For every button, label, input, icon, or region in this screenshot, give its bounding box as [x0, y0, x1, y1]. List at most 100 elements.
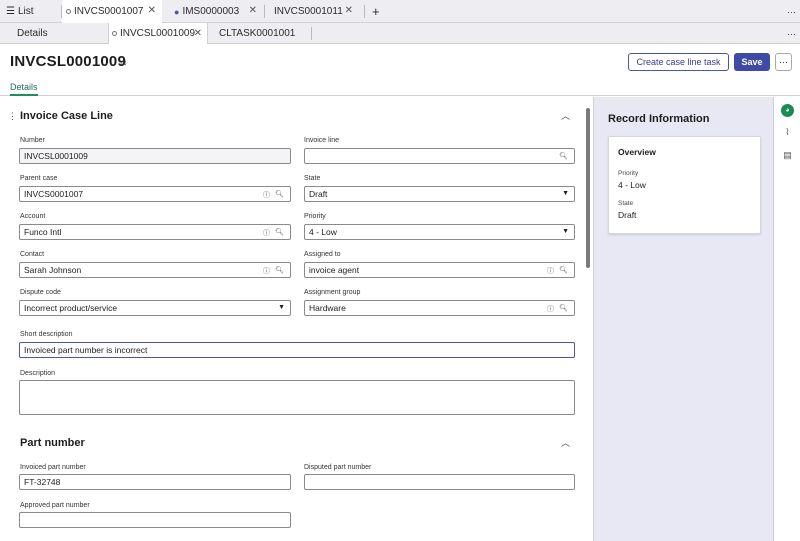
- tab-invcs0001007[interactable]: INVCS0001007 ✕: [62, 0, 162, 23]
- state-select[interactable]: Draft ▼: [304, 186, 575, 202]
- chevron-down-icon: ▼: [278, 304, 285, 311]
- section-title: Invoice Case Line: [20, 110, 113, 122]
- chevron-up-icon[interactable]: ︿: [561, 109, 570, 122]
- description-label: Description: [20, 370, 56, 377]
- account-label: Account: [20, 213, 46, 220]
- short-description-input[interactable]: Invoiced part number is incorrect: [19, 342, 575, 358]
- record-icon: [112, 31, 117, 36]
- dispute-code-label: Dispute code: [20, 289, 61, 296]
- number-field[interactable]: INVCSL0001009: [19, 148, 291, 164]
- tab-label: List: [17, 6, 34, 17]
- invoiced-part-value: FT-32748: [24, 477, 61, 487]
- search-icon[interactable]: 🔍︎: [275, 266, 284, 274]
- short-description-value: Invoiced part number is incorrect: [24, 345, 148, 355]
- priority-select[interactable]: 4 - Low ▼: [304, 224, 575, 240]
- tab-label: IMS0000003: [182, 6, 240, 17]
- tab-invcs0001011[interactable]: INVCS0001011 ✕: [266, 0, 359, 23]
- info-icon[interactable]: ⓘ: [263, 228, 270, 238]
- account-value: Funco Intl: [24, 227, 62, 237]
- contact-label: Contact: [20, 251, 45, 258]
- dispute-code-select[interactable]: Incorrect product/service ▼: [19, 300, 291, 316]
- parent-case-label: Parent case: [20, 175, 58, 182]
- subtab-label: CLTASK0001001: [219, 28, 296, 39]
- close-icon[interactable]: ✕: [345, 5, 353, 16]
- subtab-invcsl0001009[interactable]: INVCSL0001009 ✕: [108, 23, 208, 44]
- tab-list[interactable]: ☰ List: [6, 0, 62, 23]
- search-icon[interactable]: 🔍︎: [275, 228, 284, 236]
- add-tab-icon[interactable]: +: [372, 0, 380, 23]
- record-information-panel: Record Information Overview Priority 4 -…: [593, 97, 773, 541]
- short-description-label: Short description: [20, 331, 73, 338]
- attachment-icon[interactable]: ⌇: [781, 126, 794, 139]
- drag-handle-icon[interactable]: ⋮: [8, 111, 17, 122]
- subtab-label: INVCSL0001009: [120, 28, 196, 39]
- tag-icon[interactable]: ⌂: [121, 57, 127, 68]
- close-icon[interactable]: ✕: [148, 5, 156, 16]
- search-icon[interactable]: 🔍︎: [559, 304, 568, 312]
- assigned-to-label: Assigned to: [304, 251, 341, 258]
- tab-details[interactable]: Details: [10, 82, 38, 96]
- search-icon[interactable]: 🔍︎: [559, 266, 568, 274]
- parent-case-value: INVCS0001007: [24, 189, 84, 199]
- priority-value: 4 - Low: [618, 180, 646, 190]
- subtab-cltask0001001[interactable]: CLTASK0001001: [219, 23, 295, 44]
- parent-case-field[interactable]: INVCS0001007 ⓘ 🔍︎: [19, 186, 291, 202]
- chevron-down-icon: ▼: [562, 228, 569, 235]
- tab-ims0000003[interactable]: ● IMS0000003 ✕: [168, 0, 263, 23]
- subtab-details[interactable]: Details: [17, 23, 48, 44]
- tabs-more-icon[interactable]: ···: [787, 0, 796, 23]
- approved-part-input[interactable]: [19, 512, 291, 528]
- info-icon[interactable]: ⓘ: [547, 304, 554, 314]
- record-information-title: Record Information: [608, 113, 710, 125]
- priority-label: Priority: [304, 213, 326, 220]
- record-info-icon[interactable]: ◕: [781, 104, 794, 117]
- info-icon[interactable]: ⓘ: [263, 266, 270, 276]
- chevron-up-icon[interactable]: ︿: [561, 436, 570, 449]
- subtabs-more-icon[interactable]: ···: [787, 23, 796, 44]
- account-field[interactable]: Funco Intl ⓘ 🔍︎: [19, 224, 291, 240]
- more-actions-button[interactable]: ···: [775, 53, 792, 71]
- info-icon[interactable]: ⓘ: [547, 266, 554, 276]
- section-title: Part number: [20, 437, 85, 449]
- info-icon[interactable]: ⓘ: [263, 190, 270, 200]
- invoice-line-field[interactable]: 🔍︎: [304, 148, 575, 164]
- dispute-code-value: Incorrect product/service: [24, 303, 118, 313]
- chat-icon: ●: [174, 6, 180, 17]
- subtab-bar: Details INVCSL0001009 ✕ CLTASK0001001 ··…: [0, 23, 800, 44]
- chevron-down-icon: ▼: [562, 190, 569, 197]
- assignment-group-label: Assignment group: [304, 289, 361, 296]
- scrollbar[interactable]: [586, 108, 590, 268]
- list-icon: ☰: [6, 6, 15, 17]
- assigned-to-field[interactable]: invoice agent ⓘ 🔍︎: [304, 262, 575, 278]
- create-case-line-task-button[interactable]: Create case line task: [628, 53, 729, 71]
- search-icon[interactable]: 🔍︎: [559, 152, 568, 160]
- state-value: Draft: [309, 189, 328, 199]
- assignment-group-field[interactable]: Hardware ⓘ 🔍︎: [304, 300, 575, 316]
- state-label: State: [304, 175, 321, 182]
- workspace-tab-bar: ☰ List INVCS0001007 ✕ ● IMS0000003 ✕ INV…: [0, 0, 800, 23]
- record-header: INVCSL0001009 ⌂ Create case line task Sa…: [0, 44, 800, 96]
- disputed-part-label: Disputed part number: [304, 464, 372, 471]
- invoiced-part-input[interactable]: FT-32748: [19, 474, 291, 490]
- assignment-group-value: Hardware: [309, 303, 346, 313]
- priority-label: Priority: [618, 170, 639, 177]
- search-icon[interactable]: 🔍︎: [275, 190, 284, 198]
- subtab-label: Details: [17, 28, 48, 39]
- state-label: State: [618, 200, 634, 207]
- approved-part-label: Approved part number: [20, 502, 90, 509]
- document-icon[interactable]: ▤: [781, 149, 794, 162]
- number-value: INVCSL0001009: [24, 151, 88, 161]
- invoice-line-label: Invoice line: [304, 137, 340, 144]
- contact-field[interactable]: Sarah Johnson ⓘ 🔍︎: [19, 262, 291, 278]
- contact-value: Sarah Johnson: [24, 265, 82, 275]
- close-icon[interactable]: ✕: [194, 28, 202, 39]
- page-title: INVCSL0001009: [10, 53, 127, 70]
- record-icon: [66, 9, 71, 14]
- assigned-to-value: invoice agent: [309, 265, 360, 275]
- overview-card: Overview Priority 4 - Low State Draft: [608, 136, 761, 234]
- description-textarea[interactable]: [19, 380, 575, 415]
- state-value: Draft: [618, 210, 637, 220]
- close-icon[interactable]: ✕: [249, 5, 257, 16]
- save-button[interactable]: Save: [734, 53, 770, 71]
- disputed-part-input[interactable]: [304, 474, 575, 490]
